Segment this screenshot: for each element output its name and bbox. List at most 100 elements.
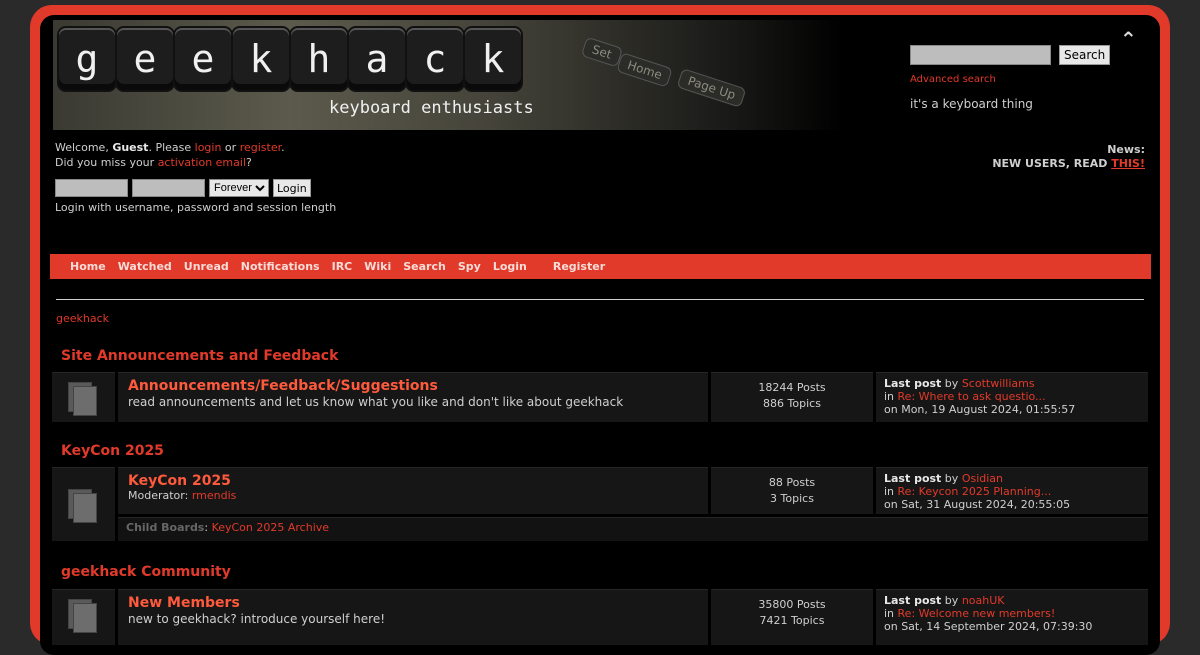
last-post-topic[interactable]: Re: Welcome new members! — [898, 607, 1056, 620]
last-post-label: Last post — [884, 377, 942, 390]
site-banner[interactable]: Set Home Page Up g e e k h a c k keyboar… — [53, 20, 843, 130]
board-row: KeyCon 2025 Moderator: rmendis 88 Posts … — [52, 467, 1148, 541]
page-container: Set Home Page Up g e e k h a c k keyboar… — [40, 15, 1160, 655]
divider — [56, 299, 1144, 300]
activation-email-link[interactable]: activation email — [158, 156, 246, 169]
nav-watched[interactable]: Watched — [118, 260, 172, 273]
last-post-info: Last post by Osidian in Re: Keycon 2025 … — [876, 467, 1148, 514]
last-post-label: Last post — [884, 594, 942, 607]
welcome-text: Welcome, — [55, 141, 113, 154]
nav-notifications[interactable]: Notifications — [241, 260, 320, 273]
post-count: 35800 Posts — [758, 598, 826, 611]
news-label: News: — [1107, 143, 1145, 156]
board-icon-cell — [52, 372, 115, 422]
or-text: or — [221, 141, 240, 154]
username-input[interactable] — [55, 179, 128, 197]
board-row: New Members new to geekhack? introduce y… — [52, 589, 1148, 645]
search-form: Search — [910, 45, 1111, 65]
register-link[interactable]: register — [240, 141, 281, 154]
board-icon — [68, 599, 97, 633]
last-post-date: on Sat, 14 September 2024, 07:39:30 — [884, 620, 1093, 633]
in-text: in — [884, 607, 898, 620]
nav-home[interactable]: Home — [70, 260, 106, 273]
login-link[interactable]: login — [195, 141, 222, 154]
collapse-header-icon[interactable]: ⌃ — [1120, 27, 1137, 51]
category-title[interactable]: geekhack Community — [61, 564, 231, 580]
board-info: Announcements/Feedback/Suggestions read … — [118, 372, 708, 422]
outer-frame: Set Home Page Up g e e k h a c k keyboar… — [30, 5, 1170, 655]
breadcrumb-home[interactable]: geekhack — [56, 312, 109, 325]
login-button[interactable]: Login — [273, 179, 311, 197]
child-sep: : — [204, 521, 212, 534]
logo-key: e — [117, 28, 173, 90]
post-count: 88 Posts — [768, 476, 816, 489]
child-board-link[interactable]: KeyCon 2025 Archive — [212, 521, 329, 534]
login-hint: Login with username, password and sessio… — [55, 201, 337, 214]
logo-key: g — [59, 28, 115, 90]
search-input[interactable] — [910, 45, 1051, 65]
board-description: new to geekhack? introduce yourself here… — [128, 612, 386, 626]
logo-key: k — [233, 28, 289, 90]
nav-irc[interactable]: IRC — [332, 260, 353, 273]
last-post-user[interactable]: Osidian — [962, 472, 1003, 485]
password-input[interactable] — [132, 179, 205, 197]
logo-key: h — [291, 28, 347, 90]
news-text: NEW USERS, READ — [992, 157, 1112, 170]
logo-key: e — [175, 28, 231, 90]
last-post-user[interactable]: noahUK — [962, 594, 1005, 607]
session-length-select[interactable]: Forever — [209, 179, 269, 197]
bg-key-set: Set — [580, 36, 623, 68]
board-title[interactable]: KeyCon 2025 — [128, 473, 698, 489]
last-post-date: on Mon, 19 August 2024, 01:55:57 — [884, 403, 1076, 416]
in-text: in — [884, 485, 898, 498]
by-text: by — [941, 594, 962, 607]
missed-text: Did you miss your — [55, 156, 158, 169]
last-post-topic[interactable]: Re: Where to ask questio... — [898, 390, 1046, 403]
nav-login[interactable]: Login — [493, 260, 527, 273]
site-tagline: keyboard enthusiasts — [329, 98, 534, 118]
last-post-label: Last post — [884, 472, 942, 485]
last-post-user[interactable]: Scottwilliams — [962, 377, 1035, 390]
user-area: Welcome, Guest. Please login or register… — [55, 140, 285, 170]
topic-count: 7421 Topics — [759, 614, 825, 627]
nav-register[interactable]: Register — [553, 260, 605, 273]
last-post-info: Last post by Scottwilliams in Re: Where … — [876, 372, 1148, 422]
board-icon-cell — [52, 589, 115, 645]
child-boards-label: Child Boards — [126, 521, 205, 534]
bg-key-pageup: Page Up — [676, 68, 747, 108]
category-title[interactable]: KeyCon 2025 — [61, 443, 164, 459]
advanced-search-link[interactable]: Advanced search — [910, 74, 996, 85]
bg-key-home: Home — [616, 52, 674, 88]
last-post-topic[interactable]: Re: Keycon 2025 Planning... — [898, 485, 1052, 498]
board-row: Announcements/Feedback/Suggestions read … — [52, 372, 1148, 422]
topic-count: 3 Topics — [770, 492, 814, 505]
site-slogan: it's a keyboard thing — [910, 97, 1033, 111]
login-form: Forever Login — [55, 179, 311, 197]
moderator-link[interactable]: rmendis — [192, 489, 237, 502]
topic-count: 886 Topics — [763, 397, 821, 410]
period: . — [281, 141, 285, 154]
logo-key: k — [465, 28, 521, 90]
last-post-date: on Sat, 31 August 2024, 20:55:05 — [884, 498, 1071, 511]
board-icon — [68, 382, 97, 416]
news-link[interactable]: THIS! — [1111, 157, 1145, 170]
board-info: KeyCon 2025 Moderator: rmendis — [118, 467, 708, 514]
board-stats: 35800 Posts 7421 Topics — [711, 589, 873, 645]
board-stats: 18244 Posts 886 Topics — [711, 372, 873, 422]
search-button[interactable]: Search — [1059, 45, 1111, 65]
board-icon-cell — [52, 467, 115, 541]
nav-wiki[interactable]: Wiki — [364, 260, 391, 273]
nav-spy[interactable]: Spy — [458, 260, 481, 273]
by-text: by — [941, 472, 962, 485]
board-title[interactable]: New Members — [128, 595, 698, 611]
please-text: . Please — [148, 141, 195, 154]
board-description: read announcements and let us know what … — [128, 395, 624, 409]
news-box: News: NEW USERS, READ THIS! — [992, 143, 1145, 171]
guest-name: Guest — [112, 141, 149, 154]
board-title[interactable]: Announcements/Feedback/Suggestions — [128, 378, 698, 394]
category-title[interactable]: Site Announcements and Feedback — [61, 348, 338, 364]
moderator-label: Moderator: — [128, 489, 192, 502]
logo-keys: g e e k h a c k — [59, 28, 521, 90]
nav-search[interactable]: Search — [403, 260, 446, 273]
nav-unread[interactable]: Unread — [184, 260, 229, 273]
